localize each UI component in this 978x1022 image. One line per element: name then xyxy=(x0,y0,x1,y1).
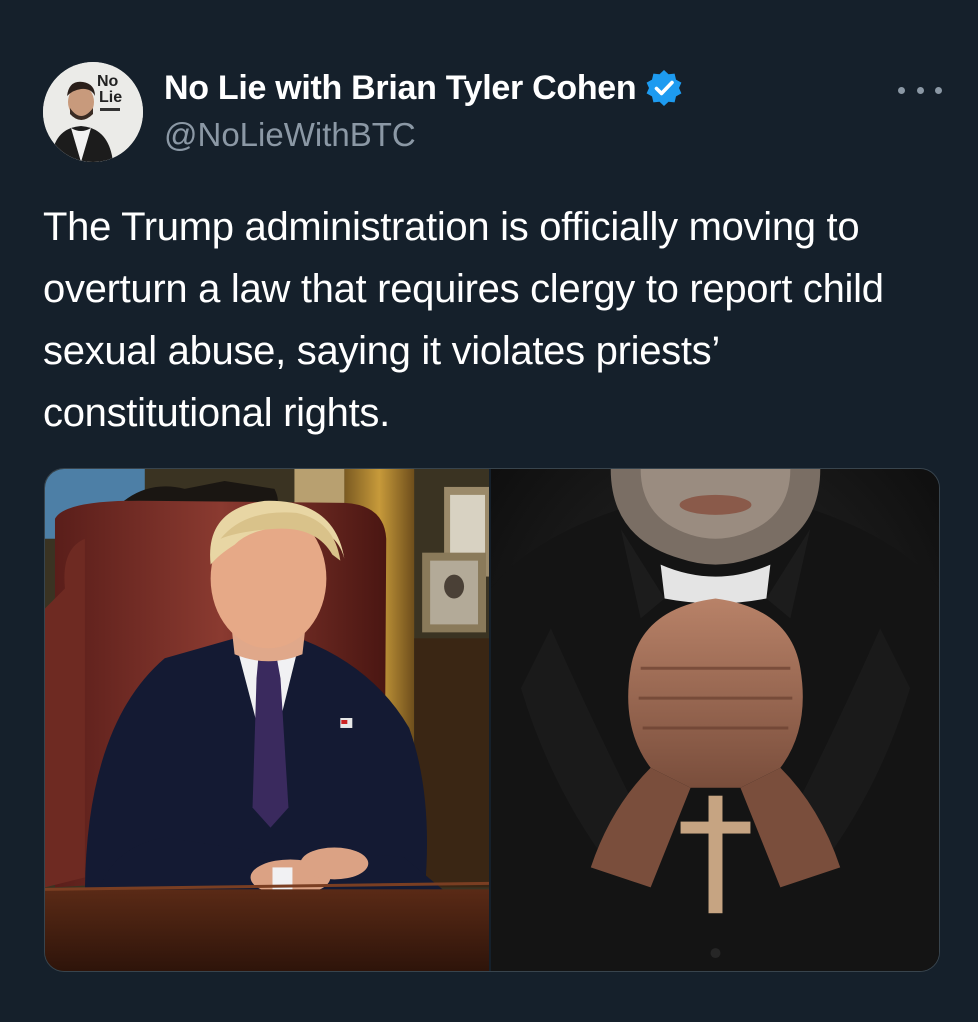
more-dot xyxy=(935,86,942,94)
avatar-logo-line-1: No xyxy=(97,73,119,90)
author-avatar[interactable]: No Lie xyxy=(43,62,143,162)
tweet-text: The Trump administration is officially m… xyxy=(43,205,884,435)
tweet-media[interactable] xyxy=(44,468,940,972)
tweet-card: No Lie No Lie with Brian Tyler Cohen @No… xyxy=(0,0,978,1022)
media-photo-1[interactable] xyxy=(45,469,489,971)
more-dot xyxy=(916,86,924,94)
author-display-name[interactable]: No Lie with Brian Tyler Cohen xyxy=(164,69,637,108)
priest-praying-image xyxy=(491,469,939,971)
author-name-row: No Lie with Brian Tyler Cohen xyxy=(164,66,684,110)
verified-badge-icon xyxy=(644,68,684,108)
politician-at-desk-image xyxy=(45,469,489,971)
media-photo-2[interactable] xyxy=(491,469,939,971)
author-handle[interactable]: @NoLieWithBTC xyxy=(164,116,416,154)
more-dot xyxy=(898,86,905,94)
more-options-icon[interactable] xyxy=(898,78,942,102)
avatar-image: No Lie xyxy=(43,62,143,162)
avatar-logo-line-2: Lie xyxy=(99,89,122,106)
